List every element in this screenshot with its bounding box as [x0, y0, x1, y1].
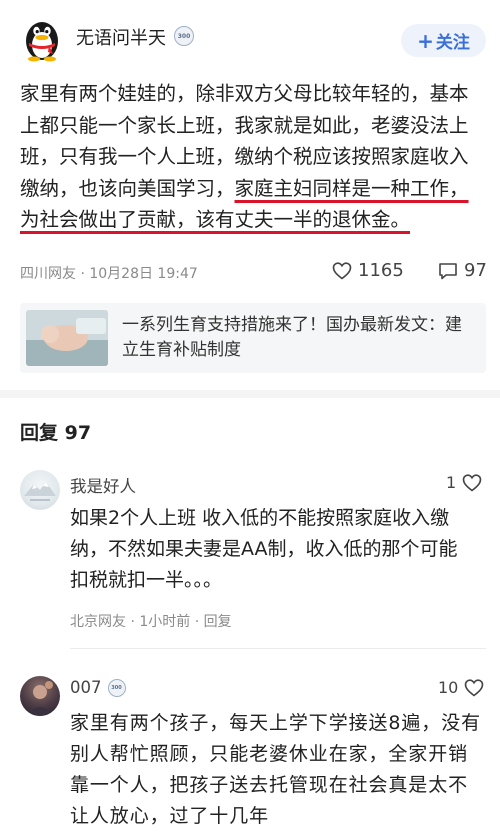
news-thumbnail	[26, 310, 108, 366]
reply-like-button[interactable]: 10	[438, 678, 484, 697]
heart-outline-icon	[462, 473, 482, 492]
reply-avatar[interactable]	[20, 470, 60, 510]
portrait-avatar-icon	[26, 681, 54, 716]
follow-label: 关注	[435, 33, 470, 53]
replies-count: 97	[64, 422, 92, 444]
like-count: 1165	[358, 260, 404, 281]
section-divider	[0, 390, 500, 398]
comment-count: 97	[464, 260, 487, 281]
replies-heading: 回复 97	[20, 418, 91, 445]
follow-button[interactable]: + 关注	[401, 24, 486, 57]
author-avatar[interactable]	[18, 14, 66, 62]
author-name[interactable]: 无语问半天	[76, 24, 166, 50]
post-text: 家里有两个娃娃的，除非双方父母比较年轻的，基本上都只能一个家长上班，我家就是如此…	[20, 78, 486, 236]
reply-author[interactable]: 我是好人	[70, 473, 136, 497]
reply-separator	[70, 648, 486, 649]
news-title: 一系列生育支持措施来了！国办最新发文：建立生育补贴制度	[122, 315, 462, 360]
reply-like-count: 10	[438, 678, 459, 697]
baby-photo-icon	[26, 310, 108, 366]
reply-avatar[interactable]	[20, 676, 60, 716]
level-badge-icon: 300	[174, 26, 194, 46]
like-button[interactable]: 1165	[332, 260, 404, 281]
heart-outline-icon	[332, 261, 352, 280]
post-source: 四川网友 · 10月28日 19:47	[20, 266, 198, 282]
comment-bubble-icon	[439, 262, 457, 279]
reply-text: 如果2个人上班 收入低的不能按照家庭收入缴纳，不然如果夫妻是AA制，收入低的那个…	[70, 507, 458, 591]
qq-penguin-icon	[26, 22, 58, 62]
plus-icon: +	[417, 28, 434, 53]
reply-meta: 北京网友 · 1小时前 · 回复	[70, 614, 232, 630]
heart-outline-icon	[465, 678, 484, 697]
reply-author[interactable]: 007	[70, 678, 102, 697]
level-badge-icon: 300	[107, 678, 126, 697]
reply-like-count: 1	[446, 473, 457, 492]
reply-like-button[interactable]: 1	[446, 473, 482, 492]
replies-heading-label: 回复	[20, 422, 59, 444]
reply-text: 家里有两个孩子，每天上学下学接送8遍，没有别人帮忙照顾，只能老婆休业在家，全家开…	[70, 712, 481, 827]
comment-button[interactable]: 97	[438, 260, 487, 281]
reply-author-row[interactable]: 007 300	[70, 678, 126, 697]
mountain-avatar-icon	[24, 482, 56, 501]
related-news-card[interactable]: 一系列生育支持措施来了！国办最新发文：建立生育补贴制度	[20, 303, 486, 373]
